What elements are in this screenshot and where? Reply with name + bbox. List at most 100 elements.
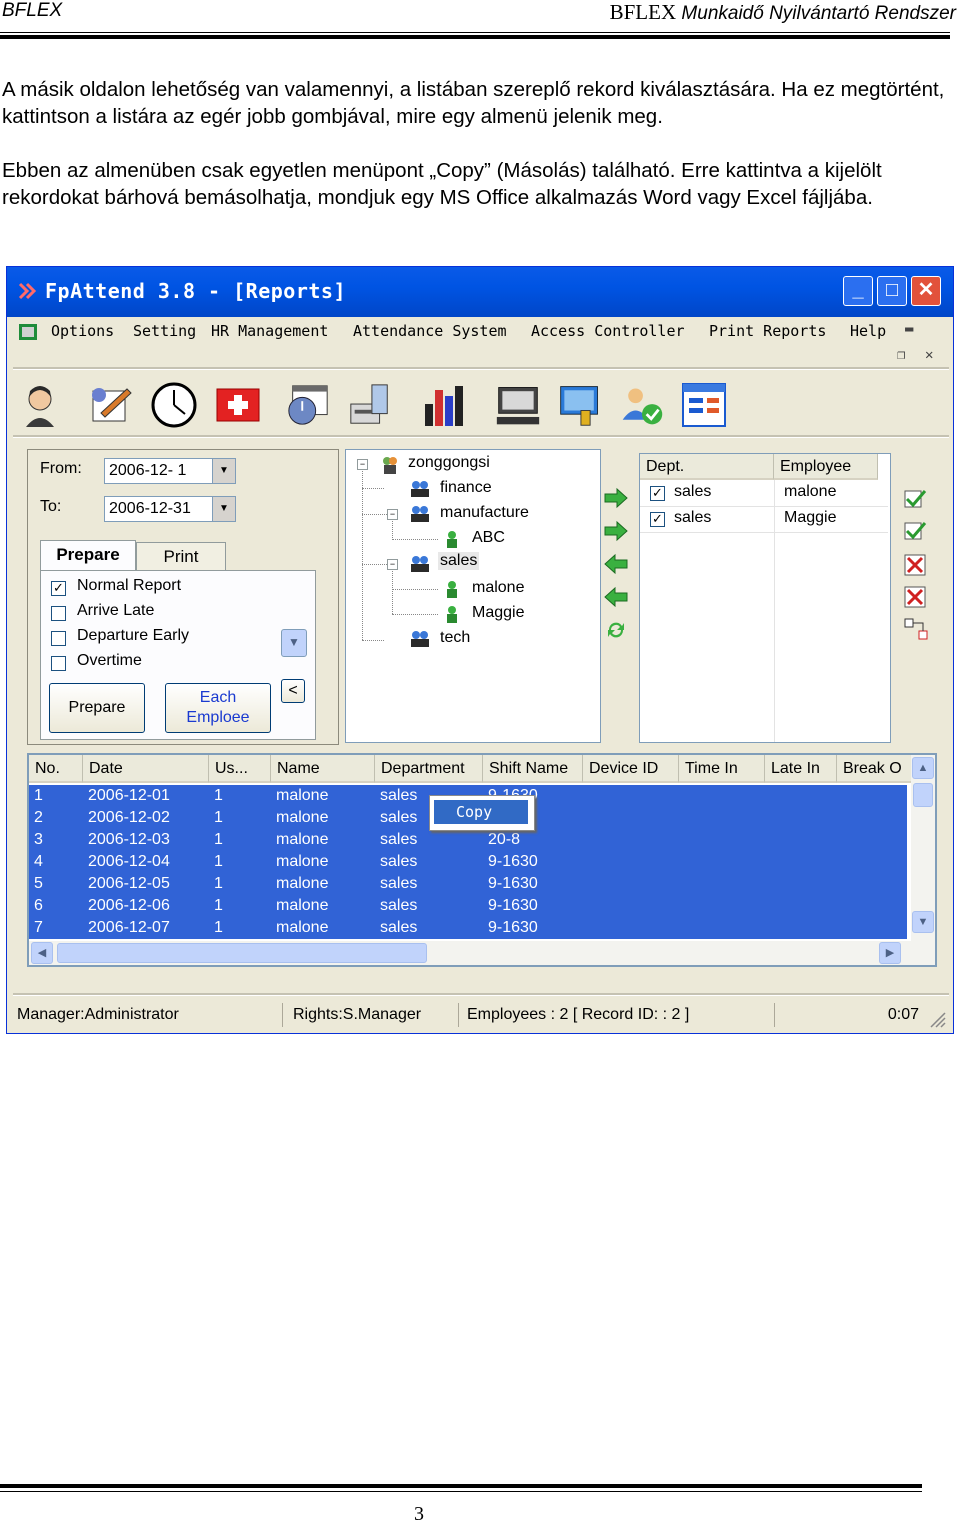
maximize-icon: □ (885, 279, 899, 301)
bar-chart-icon[interactable] (421, 381, 467, 429)
horizontal-scroll-thumb[interactable] (57, 943, 427, 963)
table-row[interactable]: 4 2006-12-04 1 malone sales 9-1630 (29, 851, 907, 873)
employee-icon[interactable] (17, 381, 63, 429)
tree-node-manufacture[interactable]: manufacture (440, 504, 529, 522)
report-form-icon[interactable] (681, 381, 727, 429)
column-header-department[interactable]: Department (375, 755, 483, 783)
departure-early-checkbox[interactable] (51, 631, 66, 646)
column-header-name[interactable]: Name (271, 755, 375, 783)
menu-help[interactable]: Help (850, 322, 886, 340)
column-header-device-id[interactable]: Device ID (583, 755, 679, 783)
from-date-input[interactable]: 2006-12- 1 ▼ (104, 458, 236, 484)
chevron-down-icon[interactable]: ▼ (212, 497, 235, 521)
overtime-checkbox[interactable] (51, 656, 66, 671)
network-tools-icon[interactable] (557, 381, 603, 429)
menu-access-controller[interactable]: Access Controller (531, 322, 685, 340)
remove-arrow-icon[interactable] (603, 553, 629, 575)
arrive-late-checkbox[interactable] (51, 606, 66, 621)
scroll-up-icon[interactable]: ▲ (912, 757, 934, 779)
employee-cell: malone (784, 483, 837, 500)
scroll-down-icon[interactable]: ▼ (912, 911, 934, 933)
uncheck-all-icon[interactable] (903, 585, 927, 609)
mdi-close-icon[interactable]: ✕ (925, 347, 933, 363)
menu-setting[interactable]: Setting (133, 322, 196, 340)
column-header-employee[interactable]: Employee (774, 454, 878, 480)
clock-icon[interactable] (151, 381, 197, 429)
mdi-minimize-icon[interactable]: ▬ (905, 321, 913, 337)
table-cell: malone (276, 875, 329, 892)
app-window: FpAttend 3.8 - [Reports] _ □ ✕ Options S… (6, 266, 954, 1034)
check-icon[interactable] (903, 487, 927, 511)
add-arrow-icon[interactable] (603, 487, 629, 509)
prepare-button[interactable]: Prepare (49, 683, 145, 733)
table-row[interactable]: 5 2006-12-05 1 malone sales 9-1630 (29, 873, 907, 895)
maximize-button[interactable]: □ (877, 276, 907, 306)
tree-node-tech[interactable]: tech (440, 629, 470, 647)
column-header-time-in[interactable]: Time In (679, 755, 765, 783)
scroll-right-icon[interactable]: ▶ (879, 942, 901, 964)
first-aid-icon[interactable] (215, 381, 261, 429)
menu-options[interactable]: Options (51, 322, 114, 340)
table-cell: malone (276, 831, 329, 848)
refresh-icon[interactable] (605, 619, 627, 641)
tree-node-abc[interactable]: ABC (472, 529, 505, 547)
title-bar[interactable]: FpAttend 3.8 - [Reports] _ □ ✕ (7, 267, 953, 317)
tree-node-zonggongsi[interactable]: zonggongsi (408, 454, 490, 472)
menu-attendance-system[interactable]: Attendance System (353, 322, 507, 340)
tab-print[interactable]: Print (136, 542, 226, 570)
horizontal-scrollbar[interactable]: ◀ ▶ (29, 941, 913, 965)
tab-prepare[interactable]: Prepare (40, 540, 136, 570)
group-icon (411, 481, 429, 497)
table-row[interactable]: 7 2006-12-07 1 malone sales 9-1630 (29, 917, 907, 939)
tree-node-sales[interactable]: sales (438, 552, 480, 570)
computer-icon[interactable] (495, 381, 541, 429)
minimize-button[interactable]: _ (843, 276, 873, 306)
scroll-left-icon[interactable]: ◀ (31, 942, 53, 964)
tree-node-maggie[interactable]: Maggie (472, 604, 524, 622)
users-check-icon[interactable] (619, 381, 665, 429)
column-header-user[interactable]: Us... (209, 755, 271, 783)
calendar-icon[interactable] (285, 381, 331, 429)
dept-cell: sales (674, 483, 712, 500)
edit-document-icon[interactable] (89, 381, 135, 429)
resize-grip-icon[interactable] (929, 1011, 947, 1029)
column-header-no[interactable]: No. (29, 755, 83, 783)
expand-manufacture[interactable]: − (387, 509, 398, 520)
uncheck-icon[interactable] (903, 553, 927, 577)
to-date-input[interactable]: 2006-12-31 ▼ (104, 496, 236, 522)
collapse-button[interactable]: < (281, 679, 305, 703)
fingerprint-device-icon[interactable] (347, 381, 393, 429)
vertical-scroll-thumb[interactable] (913, 783, 933, 807)
header-rule-thin (0, 32, 950, 33)
column-header-break-out[interactable]: Break O (837, 755, 913, 783)
check-all-icon[interactable] (903, 519, 927, 543)
each-employee-button[interactable]: Each Emploee (165, 683, 271, 733)
expand-zonggongsi[interactable]: − (357, 459, 368, 470)
table-row[interactable]: 6 2006-12-06 1 malone sales 9-1630 (29, 895, 907, 917)
dept-row-checkbox[interactable]: ✓ (650, 486, 665, 501)
records-grid[interactable]: No. Date Us... Name Department Shift Nam… (27, 753, 937, 967)
department-tree[interactable]: − zonggongsi finance − manufacture ABC −… (345, 449, 601, 743)
column-header-late-in[interactable]: Late In (765, 755, 837, 783)
tree-node-malone[interactable]: malone (472, 579, 524, 597)
expand-sales[interactable]: − (387, 559, 398, 570)
add-all-arrow-icon[interactable] (603, 520, 629, 542)
chevron-down-icon[interactable]: ▼ (212, 459, 235, 483)
selected-employees-grid[interactable]: Dept. Employee ✓ sales malone ✓ sales Ma… (639, 453, 891, 743)
menu-hr-management[interactable]: HR Management (211, 322, 328, 340)
normal-report-checkbox[interactable]: ✓ (51, 581, 66, 596)
column-header-dept[interactable]: Dept. (640, 454, 774, 480)
remove-all-arrow-icon[interactable] (603, 586, 629, 608)
expand-options-icon[interactable]: ▼ (281, 629, 307, 657)
mdi-restore-icon[interactable]: ❐ (897, 347, 905, 363)
tree-node-finance[interactable]: finance (440, 479, 492, 497)
column-header-shift-name[interactable]: Shift Name (483, 755, 583, 783)
vertical-scrollbar[interactable]: ▲ ▼ (911, 755, 935, 965)
transfer-icon[interactable] (903, 617, 929, 641)
menu-print-reports[interactable]: Print Reports (709, 322, 826, 340)
column-header-date[interactable]: Date (83, 755, 209, 783)
copy-menu-item[interactable]: Copy (434, 800, 528, 824)
table-row[interactable]: 3 2006-12-03 1 malone sales 20-8 (29, 829, 907, 851)
dept-row-checkbox[interactable]: ✓ (650, 512, 665, 527)
close-button[interactable]: ✕ (911, 276, 941, 306)
